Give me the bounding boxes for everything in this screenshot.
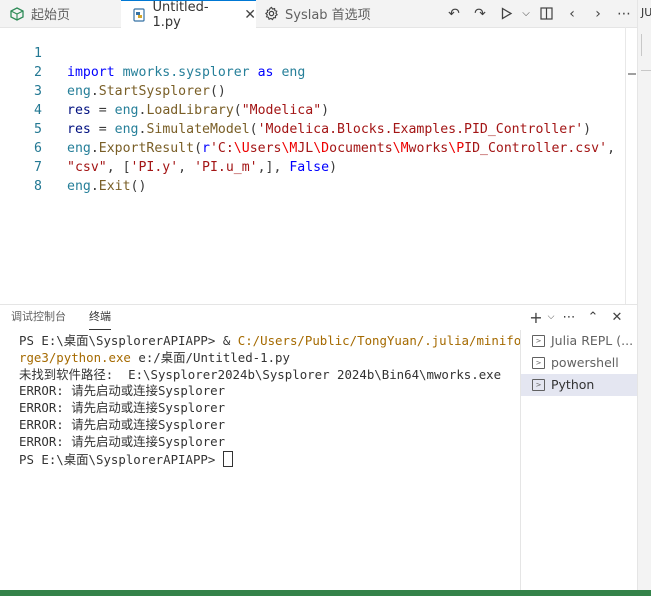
terminal-item-label: Python xyxy=(551,377,595,392)
terminal-icon: > xyxy=(532,379,545,391)
panel-actions: + ⌵ ⋯ ⌃ ✕ xyxy=(527,305,629,329)
code-line: 8 xyxy=(0,158,42,194)
terminal-error-line: ERROR: 请先启动或连接Sysplorer xyxy=(19,416,226,432)
terminal-line: 未找到软件路径: E:\Sysplorer2024b\Sysplorer 202… xyxy=(19,366,502,382)
terminal-icon: > xyxy=(532,335,545,347)
tab-label: Syslab 首选项 xyxy=(285,8,371,23)
tab-syslab-preferences[interactable]: Syslab 首选项 xyxy=(258,0,386,27)
terminal-text: e:/桌面/Untitled-1.py xyxy=(130,349,290,365)
start-page-icon xyxy=(9,6,25,22)
editor-actions: ↶ ↷ ⌵ ‹ › ⋯ xyxy=(441,0,637,27)
tab-start-page[interactable]: 起始页 xyxy=(0,0,120,27)
line-code: res = eng.LoadLibrary("Modelica") xyxy=(67,103,330,118)
more-actions-icon[interactable]: ⋯ xyxy=(611,1,637,27)
line-code: eng.StartSysplorer() xyxy=(67,84,226,99)
code-line: 7 eng.Exit() xyxy=(0,139,146,194)
line-code: eng.Exit() xyxy=(67,179,147,194)
code-line: 3 res = eng.LoadLibrary("Modelica") xyxy=(0,63,329,118)
terminal-icon: > xyxy=(532,357,545,369)
undo-icon[interactable]: ↶ xyxy=(441,1,467,27)
maximize-panel-icon[interactable]: ⌃ xyxy=(581,305,605,329)
tab-terminal[interactable]: 终端 xyxy=(89,305,111,330)
terminal-output[interactable]: PS E:\桌面\SysplorerAPIAPP> & C:/Users/Pub… xyxy=(19,333,521,468)
terminal-list: > Julia REPL (... > powershell > Python xyxy=(520,330,637,592)
chevron-right-icon[interactable]: › xyxy=(585,1,611,27)
code-line: 2 eng.StartSysplorer() xyxy=(0,44,226,99)
terminal-error-line: ERROR: 请先启动或连接Sysplorer xyxy=(19,433,226,449)
line-code: "csv", ['PI.y', 'PI.u_m',], False) xyxy=(67,160,338,175)
terminal-item-powershell[interactable]: > powershell xyxy=(521,352,637,374)
terminal-cursor xyxy=(222,450,233,467)
chevron-down-icon[interactable]: ⌵ xyxy=(519,1,533,27)
line-code: eng.ExportResult(r'C:\Users\MJL\Document… xyxy=(67,141,616,156)
line-number: 8 xyxy=(34,179,42,194)
code-line: 4 res = eng.SimulateModel('Modelica.Bloc… xyxy=(0,82,591,137)
run-python-file-icon[interactable] xyxy=(493,1,519,27)
tab-debug-console[interactable]: 调试控制台 xyxy=(11,305,66,329)
close-icon[interactable]: ✕ xyxy=(244,7,256,23)
close-icon[interactable]: ✕ xyxy=(605,305,629,329)
tab-label: Untitled-1.py xyxy=(152,0,209,30)
terminal-prompt: PS E:\桌面\SysplorerAPIAPP> & xyxy=(19,333,238,348)
editor-scrollbar[interactable] xyxy=(625,27,637,304)
terminal-item-label: Julia REPL (... xyxy=(551,333,634,348)
terminal-item-python[interactable]: > Python xyxy=(521,374,637,396)
python-file-icon xyxy=(131,7,146,23)
divider xyxy=(641,70,651,71)
terminal-path: rge3/python.exe xyxy=(19,349,131,365)
tab-label: 起始页 xyxy=(31,8,71,23)
terminal-path: C:/Users/Public/TongYuan/.julia/minifo xyxy=(237,333,522,348)
scrollbar-marker xyxy=(628,73,636,75)
chevron-down-icon[interactable]: ⌵ xyxy=(545,305,557,329)
code-editor[interactable]: 1 import mworks.sysplorer as eng 2 eng.S… xyxy=(0,27,625,304)
terminal-item-julia-repl[interactable]: > Julia REPL (... xyxy=(521,330,637,352)
split-editor-icon[interactable] xyxy=(533,1,559,27)
editor-tab-bar: 起始页 Untitled-1.py ✕ Syslab 首选项 ↶ ↷ ⌵ ‹ ›… xyxy=(0,0,637,30)
terminal-item-label: powershell xyxy=(551,355,619,370)
more-actions-icon[interactable]: ⋯ xyxy=(557,305,581,329)
terminal-prompt: PS E:\桌面\SysplorerAPIAPP> xyxy=(19,451,223,467)
status-bar xyxy=(0,590,651,596)
side-panel-strip: JU xyxy=(637,0,651,596)
terminal-error-line: ERROR: 请先启动或连接Sysplorer xyxy=(19,400,226,416)
line-code: res = eng.SimulateModel('Modelica.Blocks… xyxy=(67,122,592,137)
code-line: 1 import mworks.sysplorer as eng xyxy=(0,25,305,80)
gear-icon xyxy=(263,6,279,22)
line-code: import mworks.sysplorer as eng xyxy=(67,65,306,80)
terminal-line: rge3/python.exe e:/桌面/Untitled-1.py xyxy=(19,350,509,367)
terminal-line: PS E:\桌面\SysplorerAPIAPP> & C:/Users/Pub… xyxy=(19,333,521,350)
tab-untitled-1[interactable]: Untitled-1.py ✕ xyxy=(121,0,256,30)
terminal-line: PS E:\桌面\SysplorerAPIAPP> xyxy=(19,450,509,468)
side-panel-label: JU xyxy=(641,6,651,19)
redo-icon[interactable]: ↷ xyxy=(467,1,493,27)
bottom-panel: 调试控制台 终端 + ⌵ ⋯ ⌃ ✕ PS E:\桌面\SysplorerAPI… xyxy=(0,304,637,592)
code-line: 5 eng.ExportResult(r'C:\Users\MJL\Docume… xyxy=(0,101,615,156)
chevron-left-icon[interactable]: ‹ xyxy=(559,1,585,27)
divider xyxy=(641,34,642,56)
code-line: 6 "csv", ['PI.y', 'PI.u_m',], False) xyxy=(0,120,337,175)
terminal-error-line: ERROR: 请先启动或连接Sysplorer xyxy=(19,383,226,399)
new-terminal-icon[interactable]: + xyxy=(527,305,545,329)
